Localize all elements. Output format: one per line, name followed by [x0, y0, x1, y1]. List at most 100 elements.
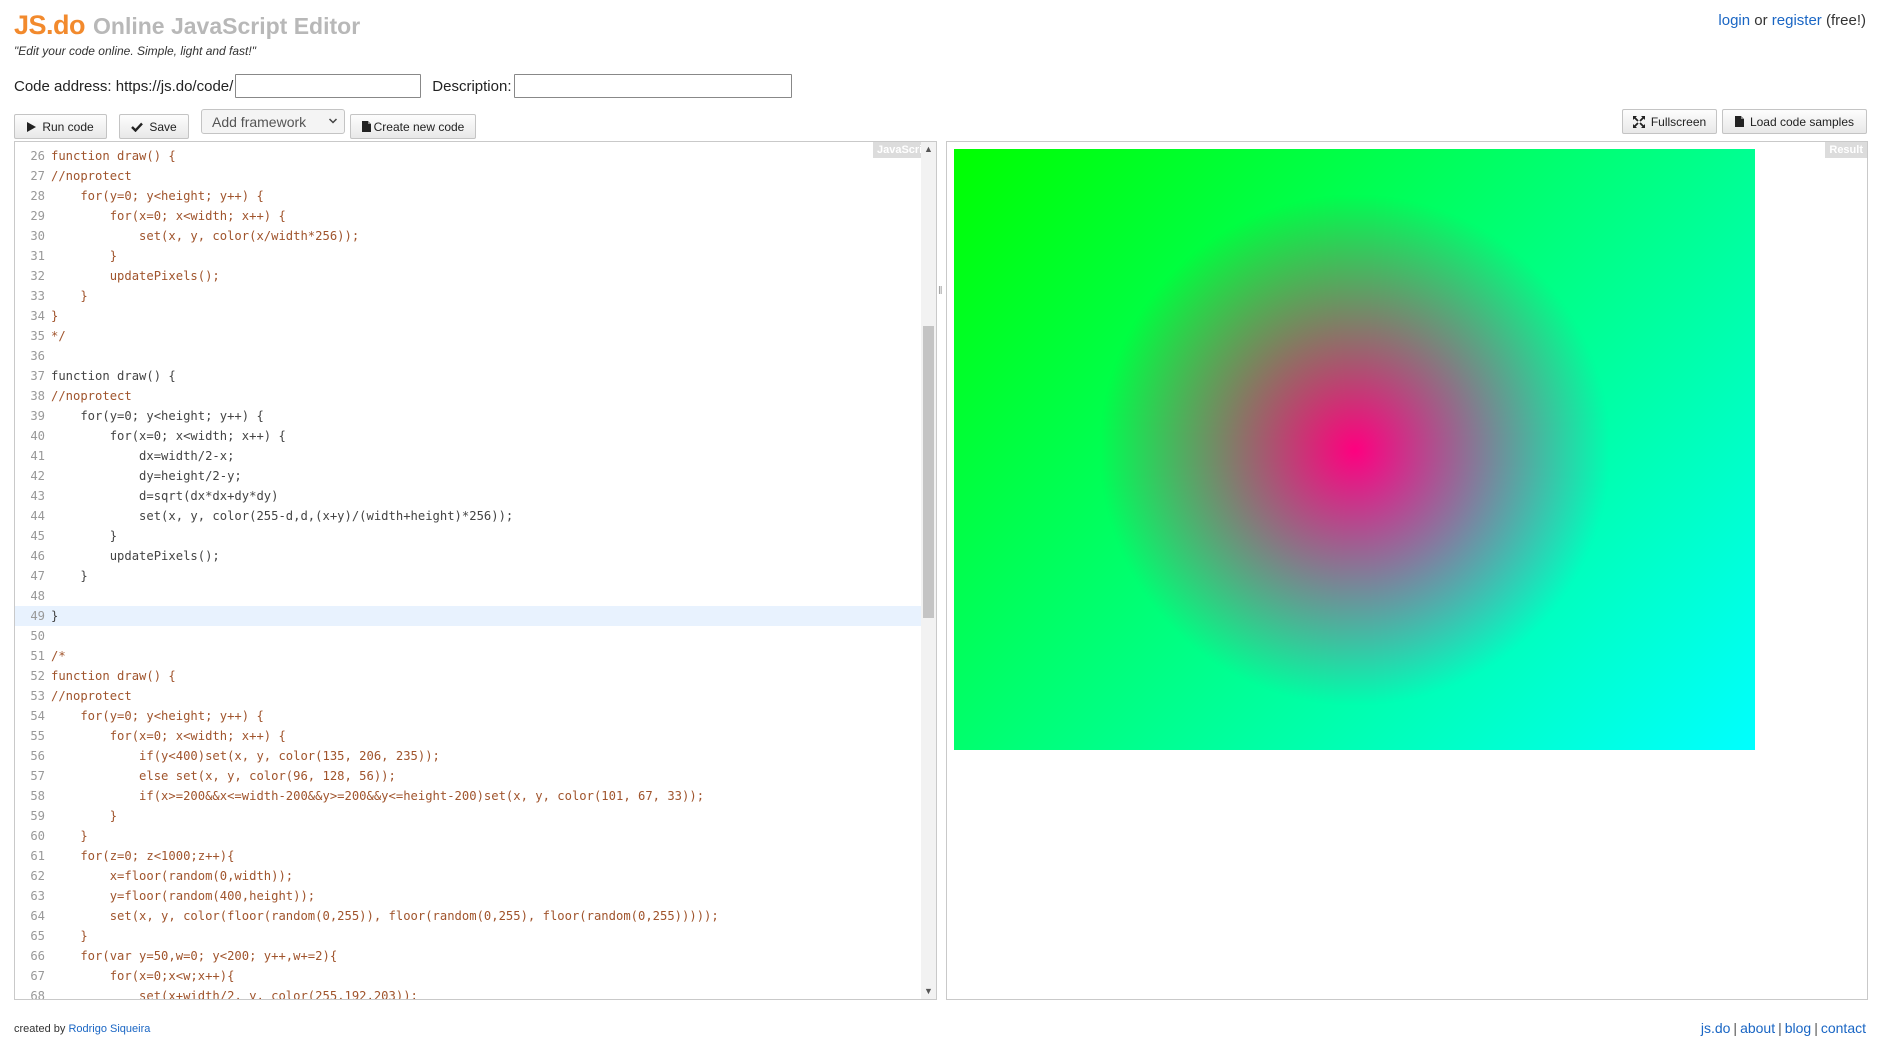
- code-text: else set(x, y, color(96, 128, 56));: [51, 769, 396, 783]
- code-line[interactable]: 56 if(y<400)set(x, y, color(135, 206, 23…: [15, 746, 921, 766]
- line-number: 66: [30, 949, 45, 963]
- code-line[interactable]: 66 for(var y=50,w=0; y<200; y++,w+=2){: [15, 946, 921, 966]
- code-address-label: Code address: https://js.do/code/: [14, 77, 234, 95]
- line-number: 49: [30, 609, 45, 623]
- code-line[interactable]: 57 else set(x, y, color(96, 128, 56));: [15, 766, 921, 786]
- code-text: for(x=0; x<width; x++) {: [51, 429, 286, 443]
- code-line[interactable]: 33 }: [15, 286, 921, 306]
- result-canvas[interactable]: [954, 149, 1755, 750]
- footer-link-blog[interactable]: blog: [1785, 1020, 1811, 1036]
- code-lines[interactable]: 26 function draw() {27 //noprotect 28 for(y…: [15, 146, 921, 999]
- line-number: 64: [30, 909, 45, 923]
- play-icon: [27, 121, 37, 132]
- code-line[interactable]: 43 d=sqrt(dx*dx+dy*dy): [15, 486, 921, 506]
- code-text: for(y=0; y<height; y++) {: [51, 409, 264, 423]
- code-line[interactable]: 31 }: [15, 246, 921, 266]
- register-link[interactable]: register: [1772, 12, 1822, 29]
- code-line[interactable]: 39 for(y=0; y<height; y++) {: [15, 406, 921, 426]
- auth-or: or: [1754, 12, 1768, 29]
- scroll-up-arrow-icon[interactable]: ▲: [921, 142, 936, 157]
- code-text: }: [51, 609, 59, 623]
- code-line[interactable]: 67 for(x=0;x<w;x++){: [15, 966, 921, 986]
- editor-scrollbar[interactable]: ▲ ▼: [921, 142, 936, 999]
- code-line[interactable]: 35 */: [15, 326, 921, 346]
- code-line[interactable]: 60 }: [15, 826, 921, 846]
- line-number: 41: [30, 449, 45, 463]
- scrollbar-thumb[interactable]: [923, 326, 934, 618]
- line-number: 31: [30, 249, 45, 263]
- code-line[interactable]: 63 y=floor(random(400,height));: [15, 886, 921, 906]
- code-line[interactable]: 46 updatePixels();: [15, 546, 921, 566]
- line-number: 38: [30, 389, 45, 403]
- code-line[interactable]: 42 dy=height/2-y;: [15, 466, 921, 486]
- code-line[interactable]: 47 }: [15, 566, 921, 586]
- line-number: 28: [30, 189, 45, 203]
- author-link[interactable]: Rodrigo Siqueira: [68, 1023, 150, 1035]
- footer-credit: created by Rodrigo Siqueira: [14, 1023, 150, 1035]
- code-line[interactable]: 27 //noprotect: [15, 166, 921, 186]
- footer-link-about[interactable]: about: [1740, 1020, 1775, 1036]
- line-number: 62: [30, 869, 45, 883]
- code-line[interactable]: 58 if(x>=200&&x<=width-200&&y>=200&&y<=h…: [15, 786, 921, 806]
- code-line[interactable]: 64 set(x, y, color(floor(random(0,255)),…: [15, 906, 921, 926]
- code-line[interactable]: 30 set(x, y, color(x/width*256));: [15, 226, 921, 246]
- footer-link-jsdo[interactable]: js.do: [1701, 1020, 1731, 1036]
- code-line[interactable]: 54 for(y=0; y<height; y++) {: [15, 706, 921, 726]
- scroll-down-arrow-icon[interactable]: ▼: [921, 984, 936, 999]
- code-line[interactable]: 65 }: [15, 926, 921, 946]
- create-new-code-label: Create new code: [373, 119, 465, 134]
- code-line[interactable]: 28 for(y=0; y<height; y++) {: [15, 186, 921, 206]
- code-line[interactable]: 29 for(x=0; x<width; x++) {: [15, 206, 921, 226]
- framework-select[interactable]: Add framework: [201, 109, 345, 134]
- address-row: Code address: https://js.do/code/ Descri…: [14, 74, 792, 98]
- code-line[interactable]: 50: [15, 626, 921, 646]
- line-number: 39: [30, 409, 45, 423]
- code-line[interactable]: 36: [15, 346, 921, 366]
- load-code-samples-button[interactable]: Load code samples: [1722, 109, 1867, 134]
- code-line[interactable]: 61 for(z=0; z<1000;z++){: [15, 846, 921, 866]
- footer-link-contact[interactable]: contact: [1821, 1020, 1866, 1036]
- code-text: }: [51, 569, 88, 583]
- code-line[interactable]: 48: [15, 586, 921, 606]
- code-text: dy=height/2-y;: [51, 469, 242, 483]
- code-line[interactable]: 32 updatePixels();: [15, 266, 921, 286]
- code-line[interactable]: 38 //noprotect: [15, 386, 921, 406]
- run-code-button[interactable]: Run code: [14, 114, 107, 139]
- code-line[interactable]: 59 }: [15, 806, 921, 826]
- code-text: //noprotect: [51, 169, 132, 183]
- code-line[interactable]: 51 /*: [15, 646, 921, 666]
- code-line[interactable]: 62 x=floor(random(0,width));: [15, 866, 921, 886]
- line-number: 26: [30, 149, 45, 163]
- code-line[interactable]: 53 //noprotect: [15, 686, 921, 706]
- code-line[interactable]: 37 function draw() {: [15, 366, 921, 386]
- pane-splitter-handle[interactable]: ‖: [938, 285, 943, 299]
- code-line[interactable]: 41 dx=width/2-x;: [15, 446, 921, 466]
- code-line[interactable]: 34}: [15, 306, 921, 326]
- code-editor[interactable]: 26 function draw() {27 //noprotect 28 for(y…: [14, 141, 937, 1000]
- description-input[interactable]: [513, 74, 792, 98]
- line-number: 61: [30, 849, 45, 863]
- line-number: 45: [30, 529, 45, 543]
- code-line[interactable]: 44 set(x, y, color(255-d,d,(x+y)/(width+…: [15, 506, 921, 526]
- code-line[interactable]: 45 }: [15, 526, 921, 546]
- code-text: updatePixels();: [51, 549, 220, 563]
- code-line[interactable]: 55 for(x=0; x<width; x++) {: [15, 726, 921, 746]
- code-text: updatePixels();: [51, 269, 220, 283]
- create-new-code-button[interactable]: Create new code: [350, 114, 476, 139]
- save-button[interactable]: Save: [119, 114, 189, 139]
- line-number: 43: [30, 489, 45, 503]
- code-line[interactable]: 52 function draw() {: [15, 666, 921, 686]
- code-line[interactable]: 68 set(x+width/2, y, color(255,192,203))…: [15, 986, 921, 999]
- code-address-input[interactable]: [235, 74, 422, 98]
- code-text: set(x, y, color(x/width*256));: [51, 229, 360, 243]
- line-number: 30: [30, 229, 45, 243]
- fullscreen-button[interactable]: Fullscreen: [1622, 109, 1717, 134]
- line-number: 54: [30, 709, 45, 723]
- logo[interactable]: JS.do Online JavaScript Editor: [14, 10, 360, 41]
- code-line[interactable]: 49}: [15, 606, 921, 626]
- login-link[interactable]: login: [1718, 12, 1750, 29]
- code-text: for(z=0; z<1000;z++){: [51, 849, 235, 863]
- code-line[interactable]: 40 for(x=0; x<width; x++) {: [15, 426, 921, 446]
- code-line[interactable]: 26 function draw() {: [15, 146, 921, 166]
- line-number: 60: [30, 829, 45, 843]
